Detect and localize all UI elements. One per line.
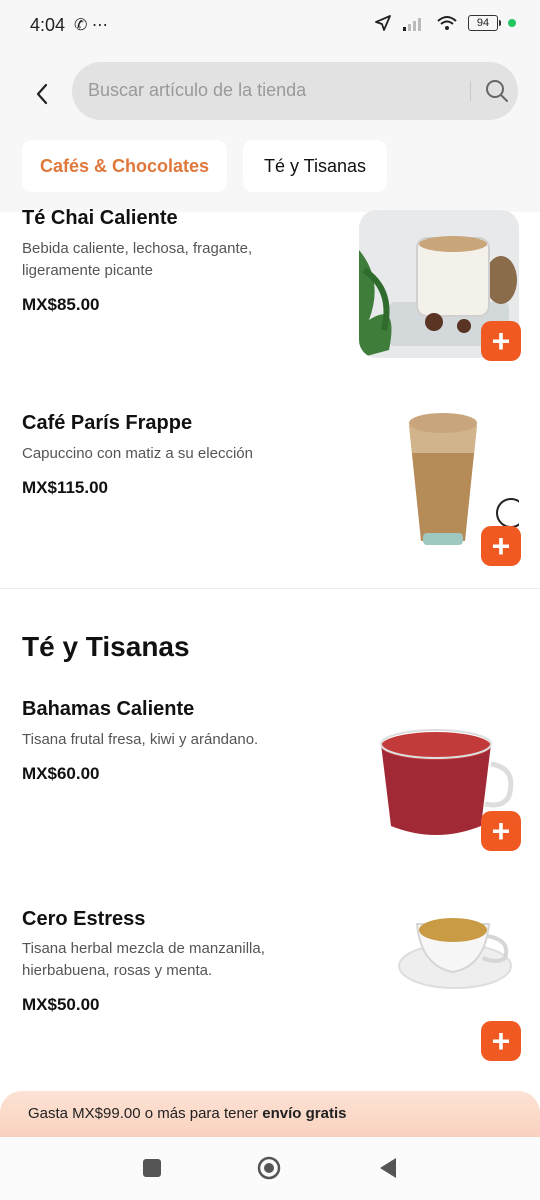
system-navigation-bar <box>0 1137 540 1200</box>
add-to-cart-button[interactable]: + <box>481 1021 521 1061</box>
location-icon <box>375 15 391 31</box>
product-price: MX$85.00 <box>22 295 100 314</box>
back-button[interactable] <box>22 74 62 114</box>
product-price: MX$115.00 <box>22 478 109 497</box>
product-description: Bebida caliente, lechosa, fragante, lige… <box>22 240 253 279</box>
product-description: Capuccino con matiz a su elección <box>22 445 253 462</box>
signal-icon <box>403 18 421 31</box>
search-input[interactable]: Buscar artículo de la tienda <box>88 80 306 101</box>
product-name: Cero Estress <box>22 908 146 930</box>
add-to-cart-button[interactable]: + <box>481 811 521 851</box>
wifi-icon <box>437 16 457 30</box>
section-divider <box>0 588 540 589</box>
product-description: Tisana herbal mezcla de manzanilla, hier… <box>22 940 265 979</box>
status-time: 4:04 <box>30 15 66 35</box>
product-name: Té Chai Caliente <box>22 207 178 229</box>
product-name: Café París Frappe <box>22 412 193 434</box>
battery-icon: 94 <box>468 15 501 31</box>
tab-te-tisanas[interactable]: Té y Tisanas <box>243 140 387 192</box>
back-triangle-icon[interactable] <box>378 1157 398 1179</box>
section-title: Té y Tisanas <box>22 631 190 662</box>
recents-square-icon[interactable] <box>143 1159 161 1177</box>
product-description: Tisana frutal fresa, kiwi y arándano. <box>22 731 259 748</box>
search-bar[interactable]: Buscar artículo de la tienda <box>72 62 518 120</box>
add-to-cart-button[interactable]: + <box>481 526 521 566</box>
home-circle-icon[interactable] <box>257 1156 281 1180</box>
product-price: MX$50.00 <box>22 995 100 1014</box>
tab-cafes-chocolates[interactable]: Cafés & Chocolates <box>22 140 227 192</box>
search-divider <box>470 81 471 101</box>
free-shipping-banner: Gasta MX$99.00 o más para tener envío gr… <box>0 1091 540 1137</box>
search-icon[interactable] <box>484 78 510 104</box>
add-to-cart-button[interactable]: + <box>481 321 521 361</box>
privacy-indicator-dot <box>508 19 516 27</box>
status-right-icons: 94 <box>374 14 516 32</box>
chevron-left-icon <box>36 83 48 105</box>
product-price: MX$60.00 <box>22 764 100 783</box>
free-shipping-text: Gasta MX$99.00 o más para tener envío gr… <box>28 1105 347 1122</box>
status-bar: 4:04 ✆ ⋯ 94 <box>0 0 540 52</box>
status-notification-icons: ✆ ⋯ <box>74 17 108 34</box>
product-name: Bahamas Caliente <box>22 698 195 720</box>
store-header: Buscar artículo de la tienda Cafés & Cho… <box>0 52 540 212</box>
